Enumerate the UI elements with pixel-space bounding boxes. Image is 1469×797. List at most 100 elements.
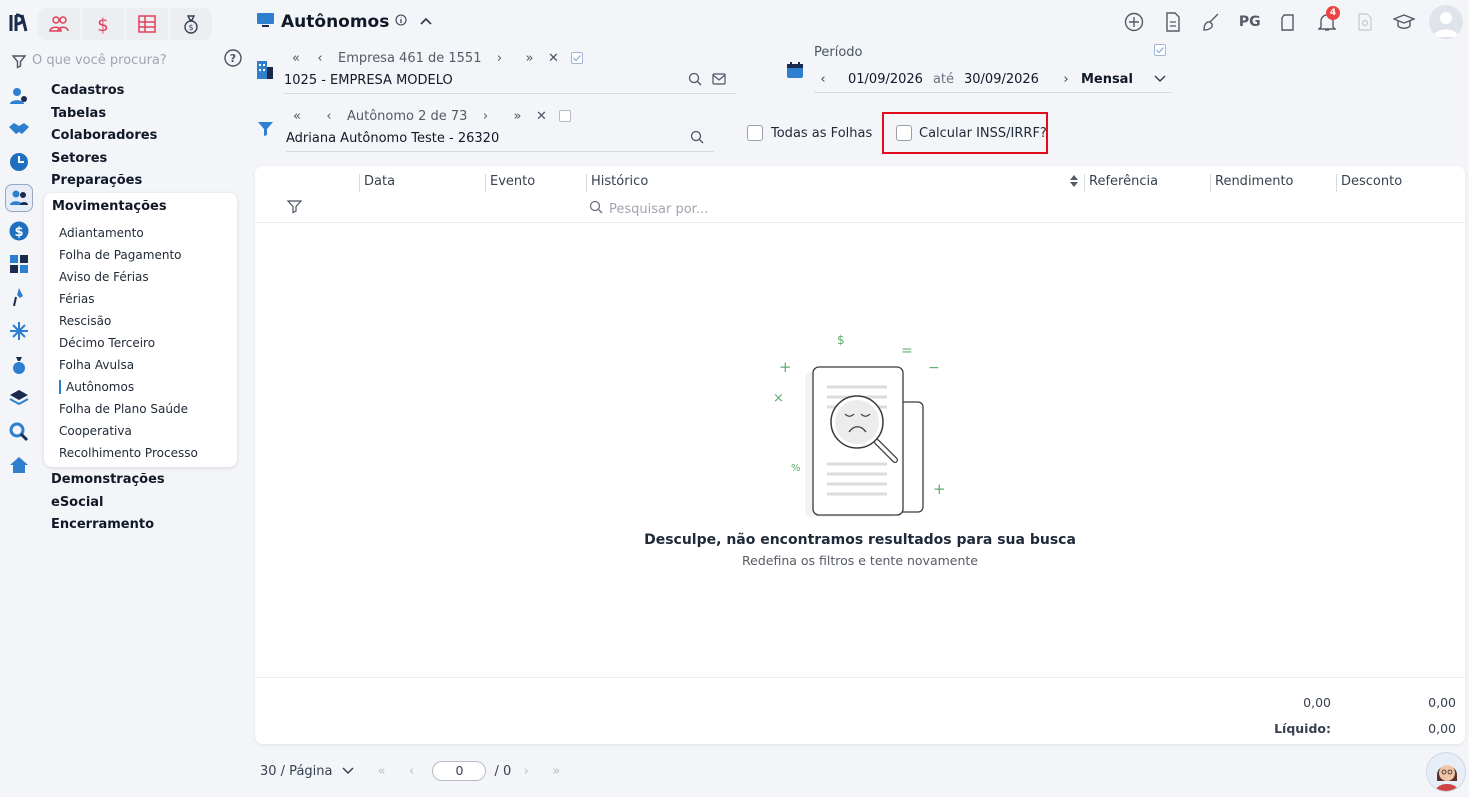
todas-folhas-option[interactable]: Todas as Folhas bbox=[747, 125, 872, 141]
per-page-select[interactable]: 30 / Página bbox=[260, 764, 332, 779]
autonomo-search-icon[interactable] bbox=[690, 130, 704, 148]
submenu-item-aviso-ferias[interactable]: Aviso de Férias bbox=[59, 266, 229, 288]
people-icon[interactable] bbox=[5, 184, 33, 212]
menu-item-preparacoes[interactable]: Preparações bbox=[51, 170, 241, 193]
people-shortcut-icon[interactable] bbox=[38, 8, 80, 40]
page-input[interactable]: 0 bbox=[432, 761, 487, 781]
page-last-button[interactable]: » bbox=[541, 764, 571, 779]
document-search-icon[interactable] bbox=[1346, 4, 1385, 40]
col-header-historico[interactable]: Histórico bbox=[586, 172, 1067, 192]
menu-item-encerramento[interactable]: Encerramento bbox=[51, 514, 241, 537]
handshake-icon[interactable] bbox=[8, 118, 30, 140]
todas-folhas-checkbox[interactable] bbox=[747, 125, 763, 141]
broom-icon[interactable] bbox=[1192, 4, 1231, 40]
pg-button[interactable]: PG bbox=[1231, 4, 1270, 40]
periodo-checkbox[interactable] bbox=[1154, 44, 1166, 59]
empresa-field[interactable]: 1025 - EMPRESA MODELO bbox=[284, 68, 736, 94]
periodo-prev-button[interactable]: ‹ bbox=[814, 72, 832, 87]
pen-chart-icon[interactable] bbox=[8, 286, 30, 308]
mail-icon[interactable] bbox=[712, 72, 726, 89]
spreadsheet-shortcut-icon[interactable] bbox=[126, 8, 168, 40]
submenu-item-ferias[interactable]: Férias bbox=[59, 288, 229, 310]
submenu-item-autonomos[interactable]: Autônomos bbox=[59, 376, 229, 398]
calculator-icon[interactable] bbox=[8, 253, 30, 275]
menu-item-setores[interactable]: Setores bbox=[51, 148, 241, 171]
home-icon[interactable] bbox=[8, 454, 30, 476]
collapse-chevron-icon[interactable] bbox=[419, 15, 433, 30]
periodo-end[interactable]: 30/09/2026 bbox=[964, 72, 1039, 87]
menu-item-cadastros[interactable]: Cadastros bbox=[51, 80, 241, 103]
notification-bell-icon[interactable]: 4 bbox=[1308, 4, 1347, 40]
sort-icon[interactable] bbox=[1069, 174, 1079, 192]
empresa-first-button[interactable]: « bbox=[284, 51, 308, 66]
clock-icon[interactable] bbox=[8, 151, 30, 173]
user-menu[interactable] bbox=[1423, 4, 1469, 40]
users-icon[interactable] bbox=[8, 85, 30, 107]
autonomo-field[interactable]: Adriana Autônomo Teste - 26320 bbox=[286, 126, 714, 152]
empresa-next-button[interactable]: › bbox=[487, 51, 511, 66]
periodo-frequency[interactable]: Mensal bbox=[1081, 72, 1154, 87]
submenu-item-folha-plano-saude[interactable]: Folha de Plano Saúde bbox=[59, 398, 229, 420]
info-icon[interactable] bbox=[395, 14, 407, 30]
menu-item-tabelas[interactable]: Tabelas bbox=[51, 103, 241, 126]
per-page-chevron-icon[interactable] bbox=[342, 764, 355, 779]
copy-icon[interactable] bbox=[1269, 4, 1308, 40]
submenu-item-recolhimento-processo[interactable]: Recolhimento Processo bbox=[59, 442, 229, 464]
col-header-evento[interactable]: Evento bbox=[485, 172, 584, 192]
page-next-button[interactable]: › bbox=[511, 764, 541, 779]
search-icon[interactable] bbox=[8, 421, 30, 443]
submenu-item-rescisao[interactable]: Rescisão bbox=[59, 310, 229, 332]
autonomo-first-button[interactable]: « bbox=[285, 109, 309, 124]
submenu-item-adiantamento[interactable]: Adiantamento bbox=[59, 222, 229, 244]
menu-item-movimentacoes[interactable]: Movimentações bbox=[52, 199, 167, 214]
menu-item-demonstracoes[interactable]: Demonstrações bbox=[51, 469, 241, 492]
autonomo-checkbox[interactable] bbox=[559, 110, 572, 122]
main-menu: Cadastros Tabelas Colaboradores Setores … bbox=[51, 80, 241, 193]
table-search[interactable]: Pesquisar por... bbox=[589, 200, 708, 218]
autonomo-next-button[interactable]: › bbox=[473, 109, 497, 124]
page-first-button[interactable]: « bbox=[366, 764, 396, 779]
money-bag-icon[interactable] bbox=[8, 354, 30, 376]
assistant-avatar[interactable] bbox=[1426, 752, 1466, 792]
submenu-item-decimo-terceiro[interactable]: Décimo Terceiro bbox=[59, 332, 229, 354]
dollar-shortcut-icon[interactable]: $ bbox=[82, 8, 124, 40]
pg-label: PG bbox=[1238, 14, 1261, 30]
calcular-option[interactable]: Calcular INSS/IRRF? bbox=[896, 125, 1047, 141]
autonomo-clear-button[interactable]: ✕ bbox=[529, 109, 553, 124]
submenu-item-folha-avulsa[interactable]: Folha Avulsa bbox=[59, 354, 229, 376]
graduation-cap-icon[interactable] bbox=[1385, 4, 1424, 40]
col-header-data[interactable]: Data bbox=[359, 172, 484, 192]
menu-item-colaboradores[interactable]: Colaboradores bbox=[51, 125, 241, 148]
col-header-desconto[interactable]: Desconto bbox=[1336, 172, 1457, 192]
help-icon[interactable]: ? bbox=[224, 49, 242, 71]
chevron-down-icon[interactable] bbox=[1154, 72, 1166, 87]
empty-state-illustration: $ = + − × % + bbox=[773, 332, 953, 526]
layers-icon[interactable] bbox=[8, 387, 30, 409]
menu-item-esocial[interactable]: eSocial bbox=[51, 492, 241, 515]
empresa-checkbox[interactable] bbox=[571, 52, 584, 64]
periodo-next-button[interactable]: › bbox=[1057, 72, 1075, 87]
dollar-icon[interactable]: $ bbox=[8, 220, 30, 242]
empresa-prev-button[interactable]: ‹ bbox=[308, 51, 332, 66]
autonomo-prev-button[interactable]: ‹ bbox=[317, 109, 341, 124]
network-icon[interactable] bbox=[8, 320, 30, 342]
add-circle-icon[interactable] bbox=[1115, 4, 1154, 40]
empresa-last-button[interactable]: » bbox=[517, 51, 541, 66]
empresa-search-icon[interactable] bbox=[688, 72, 702, 90]
periodo-start[interactable]: 01/09/2026 bbox=[848, 72, 923, 87]
brand-logo[interactable] bbox=[8, 12, 30, 34]
col-header-referencia[interactable]: Referência bbox=[1084, 172, 1211, 192]
money-bag-shortcut-icon[interactable]: $ bbox=[170, 8, 212, 40]
page-prev-button[interactable]: ‹ bbox=[396, 764, 426, 779]
calcular-checkbox[interactable] bbox=[896, 125, 912, 141]
menu-search[interactable]: O que você procura? ? bbox=[8, 48, 242, 72]
empresa-clear-button[interactable]: ✕ bbox=[541, 51, 565, 66]
empresa-position: Empresa 461 de 1551 bbox=[338, 50, 482, 66]
column-filter-icon[interactable] bbox=[286, 199, 303, 218]
submenu-item-folha-pagamento[interactable]: Folha de Pagamento bbox=[59, 244, 229, 266]
autonomo-last-button[interactable]: » bbox=[505, 109, 529, 124]
col-header-rendimento[interactable]: Rendimento bbox=[1210, 172, 1335, 192]
menu-search-placeholder: O que você procura? bbox=[32, 52, 167, 68]
document-icon[interactable] bbox=[1154, 4, 1193, 40]
submenu-item-cooperativa[interactable]: Cooperativa bbox=[59, 420, 229, 442]
